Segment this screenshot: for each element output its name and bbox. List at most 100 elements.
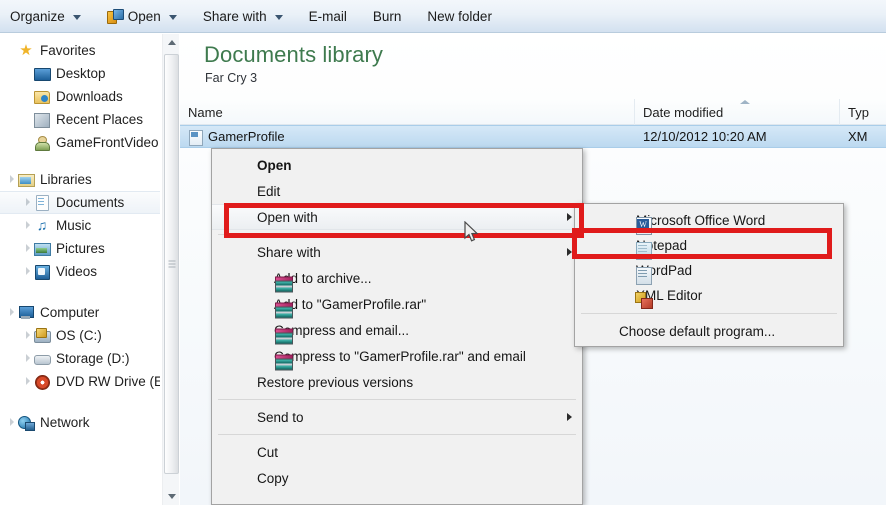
sidebar-item-pictures[interactable]: Pictures: [0, 237, 160, 260]
toolbar-button-organize[interactable]: Organize: [0, 4, 91, 28]
context-menu-label-add-to-named-rar: Add to "GamerProfile.rar": [274, 296, 427, 312]
open-with-icon: [106, 8, 124, 24]
toolbar-button-share-with[interactable]: Share with: [193, 4, 293, 28]
expander-icon[interactable]: [24, 354, 33, 363]
submenu-item-xml-editor[interactable]: XML Editor: [575, 283, 843, 309]
context-menu-label-cut: Cut: [257, 444, 279, 460]
sidebar-label-desktop: Desktop: [56, 66, 106, 81]
sidebar-item-downloads[interactable]: Downloads: [0, 85, 160, 108]
expander-icon[interactable]: [24, 331, 33, 340]
chevron-down-icon: [72, 14, 81, 20]
toolbar-button-new-folder[interactable]: New folder: [417, 4, 502, 28]
expander-icon[interactable]: [24, 244, 33, 253]
scrollbar-thumb[interactable]: [164, 54, 179, 474]
sidebar-label-os-c: OS (C:): [56, 328, 102, 343]
expander-icon[interactable]: [24, 198, 33, 207]
page-title: Documents library: [204, 42, 383, 67]
sidebar-label-favorites: Favorites: [40, 43, 96, 58]
context-menu-item-compress-to-named-rar-and-email[interactable]: Compress to "GamerProfile.rar" and email: [212, 343, 582, 370]
context-menu-item-restore-previous-versions[interactable]: Restore previous versions: [212, 369, 582, 395]
sidebar-item-videos[interactable]: Videos: [0, 260, 160, 283]
sidebar-item-network[interactable]: Network: [0, 411, 160, 434]
context-menu-item-open-with[interactable]: Open with: [212, 204, 582, 230]
nav-group-libraries: Libraries Documents ♫ Music Pictures Vid…: [0, 168, 160, 283]
page-subtitle: Far Cry 3: [205, 71, 258, 85]
toolbar-button-open[interactable]: Open: [97, 4, 187, 28]
file-name-cell[interactable]: GamerProfile: [188, 129, 285, 146]
column-header-name[interactable]: Name: [180, 99, 635, 125]
submenu-item-wordpad[interactable]: WordPad: [575, 258, 843, 285]
expander-icon[interactable]: [24, 377, 33, 386]
context-menu-item-open[interactable]: Open: [212, 152, 582, 178]
toolbar-button-email[interactable]: E-mail: [299, 4, 357, 28]
column-header-date-modified[interactable]: Date modified: [635, 99, 840, 125]
sidebar-item-computer[interactable]: Computer: [0, 301, 160, 324]
context-menu-label-share-with: Share with: [257, 244, 321, 260]
submenu-item-microsoft-office-word[interactable]: Microsoft Office Word: [575, 208, 843, 235]
winrar-icon: [275, 328, 293, 344]
context-menu-item-add-to-named-rar[interactable]: Add to "GamerProfile.rar": [212, 291, 582, 318]
context-menu-item-send-to[interactable]: Send to: [212, 404, 582, 430]
navigation-scrollbar[interactable]: [162, 34, 179, 505]
toolbar-new-folder-label: New folder: [427, 8, 492, 24]
sidebar-item-music[interactable]: ♫ Music: [0, 214, 160, 237]
nav-group-favorites: ★ Favorites Desktop Downloads Recent Pla…: [0, 39, 160, 154]
column-header-type[interactable]: Typ: [840, 99, 886, 125]
sidebar-item-favorites[interactable]: ★ Favorites: [0, 39, 160, 62]
sort-ascending-icon: [740, 100, 750, 104]
toolbar-burn-label: Burn: [372, 8, 402, 24]
expander-icon[interactable]: [24, 221, 33, 230]
music-icon: ♫: [36, 217, 48, 233]
table-row[interactable]: GamerProfile 12/10/2012 10:20 AM XM: [180, 125, 886, 148]
submenu-item-notepad[interactable]: Notepad: [575, 233, 843, 260]
file-name-label: GamerProfile: [208, 129, 285, 144]
context-menu[interactable]: Open Edit Open with Share with Add to ar…: [211, 148, 583, 505]
sidebar-item-os-c[interactable]: OS (C:): [0, 324, 160, 347]
context-menu-separator: [218, 399, 576, 400]
mouse-cursor-icon: [464, 221, 479, 242]
sidebar-item-storage-d[interactable]: Storage (D:): [0, 347, 160, 370]
context-menu-item-edit[interactable]: Edit: [212, 178, 582, 204]
star-icon: ★: [19, 42, 33, 59]
sidebar-label-music: Music: [56, 218, 92, 233]
scroll-down-arrow-icon[interactable]: [163, 488, 180, 505]
context-menu-item-add-to-archive[interactable]: Add to archive...: [212, 265, 582, 292]
open-with-submenu[interactable]: Microsoft Office Word Notepad WordPad XM…: [574, 203, 844, 347]
user-folder-icon: [34, 135, 50, 151]
context-menu-item-copy[interactable]: Copy: [212, 465, 582, 491]
submenu-item-choose-default-program[interactable]: Choose default program...: [575, 319, 843, 344]
sidebar-item-desktop[interactable]: Desktop: [0, 62, 160, 85]
sidebar-item-libraries[interactable]: Libraries: [0, 168, 160, 191]
sidebar-label-downloads: Downloads: [56, 89, 123, 104]
expander-icon[interactable]: [8, 418, 17, 427]
toolbar-button-burn[interactable]: Burn: [363, 4, 412, 28]
context-menu-item-share-with[interactable]: Share with: [212, 239, 582, 265]
recent-places-icon: [34, 112, 50, 128]
expander-icon[interactable]: [24, 267, 33, 276]
expander-icon[interactable]: [8, 175, 17, 184]
context-menu-label-compress-to-named-rar-and-email: Compress to "GamerProfile.rar" and email: [274, 348, 526, 364]
sidebar-item-documents[interactable]: Documents: [0, 191, 160, 214]
sidebar-label-pictures: Pictures: [56, 241, 105, 256]
sidebar-label-computer: Computer: [40, 305, 100, 320]
context-menu-label-open: Open: [257, 157, 292, 173]
sidebar-item-gamefrontvideo[interactable]: GameFrontVideo: [0, 131, 160, 154]
downloads-folder-icon: [34, 89, 50, 104]
sidebar-item-dvd-rw-drive[interactable]: DVD RW Drive (E:: [0, 370, 160, 393]
sidebar-label-network: Network: [40, 415, 90, 430]
toolbar-organize-label: Organize: [10, 8, 65, 24]
winrar-icon: [275, 354, 293, 370]
network-icon: [18, 415, 35, 431]
toolbar-email-label: E-mail: [308, 8, 347, 24]
file-explorer-window: Organize Open Share with E-mail Burn New…: [0, 0, 886, 505]
submenu-arrow-icon: [567, 248, 572, 256]
context-menu-item-compress-and-email[interactable]: Compress and email...: [212, 317, 582, 344]
sidebar-item-recent-places[interactable]: Recent Places: [0, 108, 160, 131]
nav-group-network: Network: [0, 411, 160, 434]
navigation-pane[interactable]: ★ Favorites Desktop Downloads Recent Pla…: [0, 33, 160, 505]
word-icon: [635, 217, 652, 235]
scroll-up-arrow-icon[interactable]: [163, 34, 180, 51]
context-menu-separator: [218, 234, 576, 235]
expander-icon[interactable]: [8, 308, 17, 317]
context-menu-item-cut[interactable]: Cut: [212, 439, 582, 465]
